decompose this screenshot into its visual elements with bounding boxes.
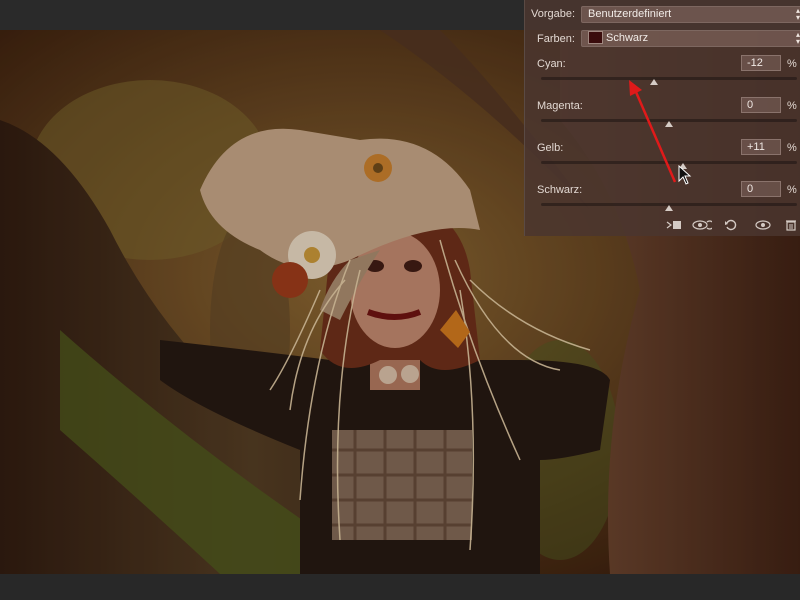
colors-value: Schwarz [606,32,649,44]
gelb-value-field[interactable]: +11 [741,139,781,155]
select-arrows-icon: ▴ ▾ [795,6,800,22]
magenta-slider-thumb[interactable] [665,121,673,127]
percent-sign: % [787,142,797,154]
bottom-bar [0,574,800,600]
percent-sign: % [787,100,797,112]
colors-label: Farben: [537,33,575,45]
slider-label: Gelb: [537,142,564,154]
slider-row-cyan: Cyan: -12 % [525,55,800,97]
delete-icon[interactable] [781,219,800,236]
view-previous-state-icon[interactable] [691,219,715,236]
slider-row-gelb: Gelb: +11 % [525,139,800,181]
slider-row-schwarz: Schwarz: 0 % [525,181,800,219]
clip-to-layer-icon[interactable] [663,219,685,236]
cyan-slider-track[interactable] [541,77,797,80]
cyan-slider-thumb[interactable] [649,79,658,85]
colors-select[interactable]: Schwarz ▴ ▾ [581,30,800,47]
reset-icon[interactable] [721,219,741,236]
preset-value: Benutzerdefiniert [588,8,672,20]
slider-label: Schwarz: [537,184,583,196]
percent-sign: % [787,58,797,70]
select-arrows-icon: ▴ ▾ [795,30,800,46]
gelb-slider-track[interactable] [541,161,797,164]
percent-sign: % [787,184,797,196]
magenta-value-field[interactable]: 0 [741,97,781,113]
slider-row-magenta: Magenta: 0 % [525,97,800,139]
cyan-value-field[interactable]: -12 [741,55,781,71]
color-swatch [588,30,603,44]
slider-label: Magenta: [537,100,583,112]
panel-icon-bar [525,219,800,236]
visibility-icon[interactable] [753,219,773,236]
mouse-cursor-icon [678,165,692,185]
slider-label: Cyan: [537,58,566,70]
preset-select[interactable]: Benutzerdefiniert ▴ ▾ [581,6,800,23]
schwarz-value-field[interactable]: 0 [741,181,781,197]
preset-label: Vorgabe: [531,8,576,20]
selective-color-panel: Vorgabe: Benutzerdefiniert ▴ ▾ Farben: Sc… [524,0,800,236]
schwarz-slider-thumb[interactable] [665,205,673,211]
